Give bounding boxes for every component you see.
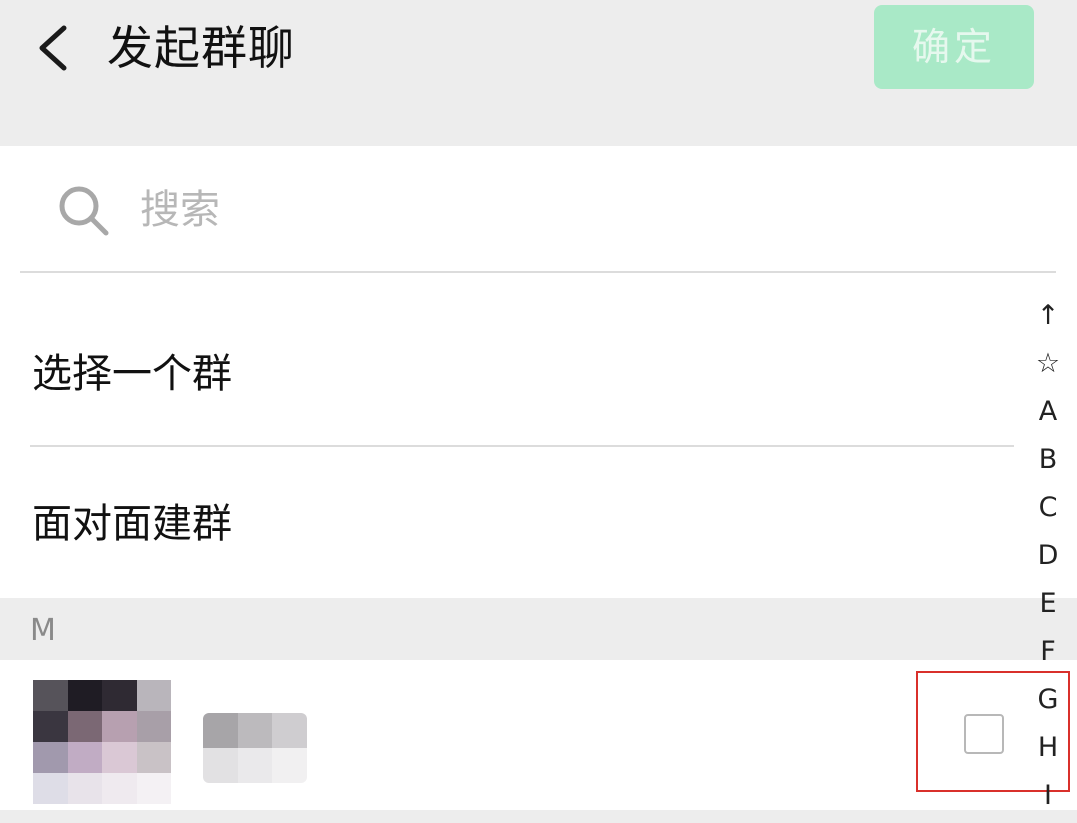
contact-checkbox[interactable] (964, 714, 1004, 754)
back-button[interactable] (30, 18, 80, 78)
bottom-separator (0, 810, 1077, 823)
confirm-button[interactable]: 确定 (874, 5, 1034, 89)
index-h[interactable]: H (1024, 724, 1072, 772)
search-input[interactable] (140, 180, 840, 240)
section-header-m (0, 598, 1077, 660)
index-d[interactable]: D (1024, 532, 1072, 580)
search-divider (20, 271, 1056, 273)
index-a[interactable]: A (1024, 388, 1072, 436)
index-f[interactable]: F (1024, 628, 1072, 676)
index-star[interactable]: ☆ (1024, 340, 1072, 388)
index-top-arrow[interactable]: ↑ (1024, 292, 1072, 340)
contact-name-blurred (203, 713, 307, 783)
avatar (33, 680, 171, 804)
menu-divider (30, 445, 1014, 447)
index-g[interactable]: G (1024, 676, 1072, 724)
chevron-left-icon (39, 25, 67, 71)
select-group-item[interactable]: 选择一个群 (0, 298, 1010, 448)
face-to-face-group-label: 面对面建群 (32, 501, 232, 547)
alphabet-index[interactable]: ↑ ☆ A B C D E F G H I (1024, 292, 1072, 823)
index-i[interactable]: I (1024, 772, 1072, 820)
section-letter: M (30, 613, 56, 648)
search-icon (59, 186, 109, 236)
index-b[interactable]: B (1024, 436, 1072, 484)
index-c[interactable]: C (1024, 484, 1072, 532)
face-to-face-group-item[interactable]: 面对面建群 (0, 448, 1010, 598)
page-title: 发起群聊 (107, 21, 295, 75)
select-group-label: 选择一个群 (32, 351, 232, 397)
index-e[interactable]: E (1024, 580, 1072, 628)
